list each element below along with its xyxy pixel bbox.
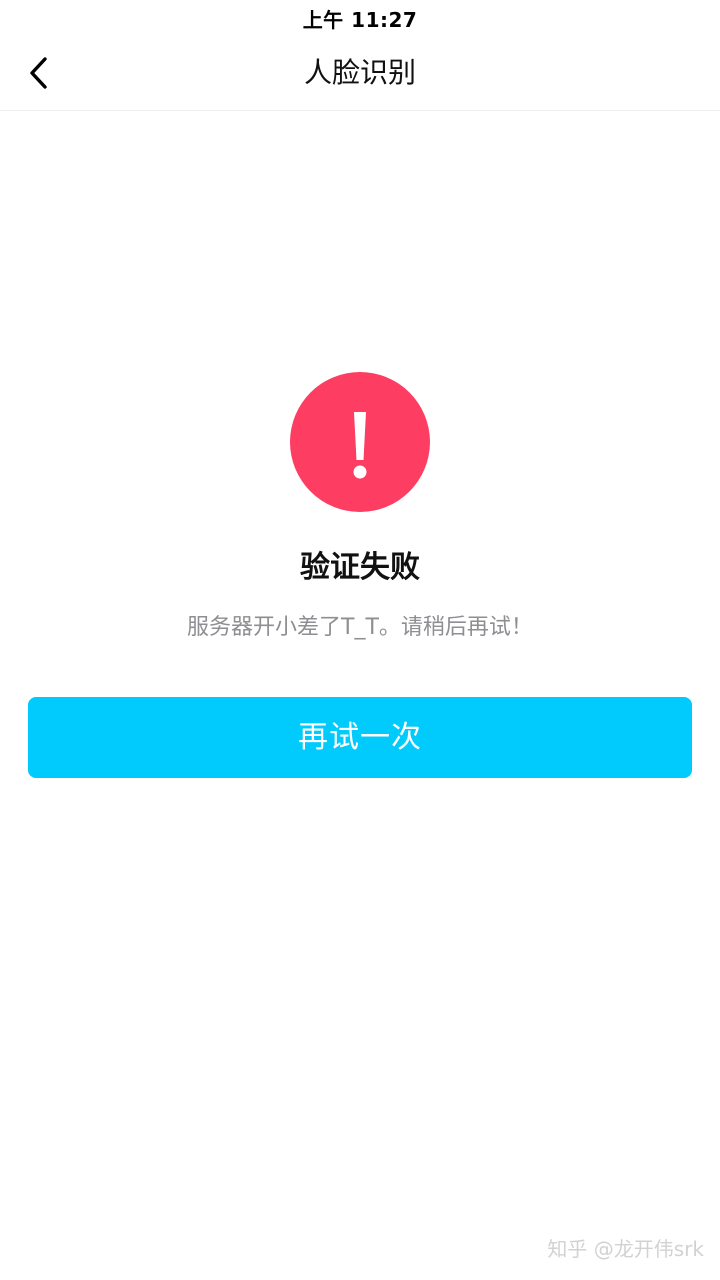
watermark: 知乎 @龙开伟srk bbox=[547, 1237, 704, 1261]
back-button[interactable] bbox=[14, 48, 64, 98]
retry-button[interactable]: 再试一次 bbox=[28, 697, 692, 778]
navigation-bar: 人脸识别 bbox=[0, 36, 720, 111]
chevron-left-icon bbox=[30, 57, 47, 89]
status-time: 上午 11:27 bbox=[302, 7, 418, 32]
result-message: 服务器开小差了T_T。请稍后再试！ bbox=[187, 615, 533, 640]
result-title: 验证失败 bbox=[300, 550, 420, 585]
error-status-circle bbox=[290, 372, 430, 512]
page-title: 人脸识别 bbox=[303, 56, 416, 89]
status-bar: 上午 11:27 bbox=[0, 0, 720, 36]
exclamation-icon bbox=[353, 412, 367, 479]
